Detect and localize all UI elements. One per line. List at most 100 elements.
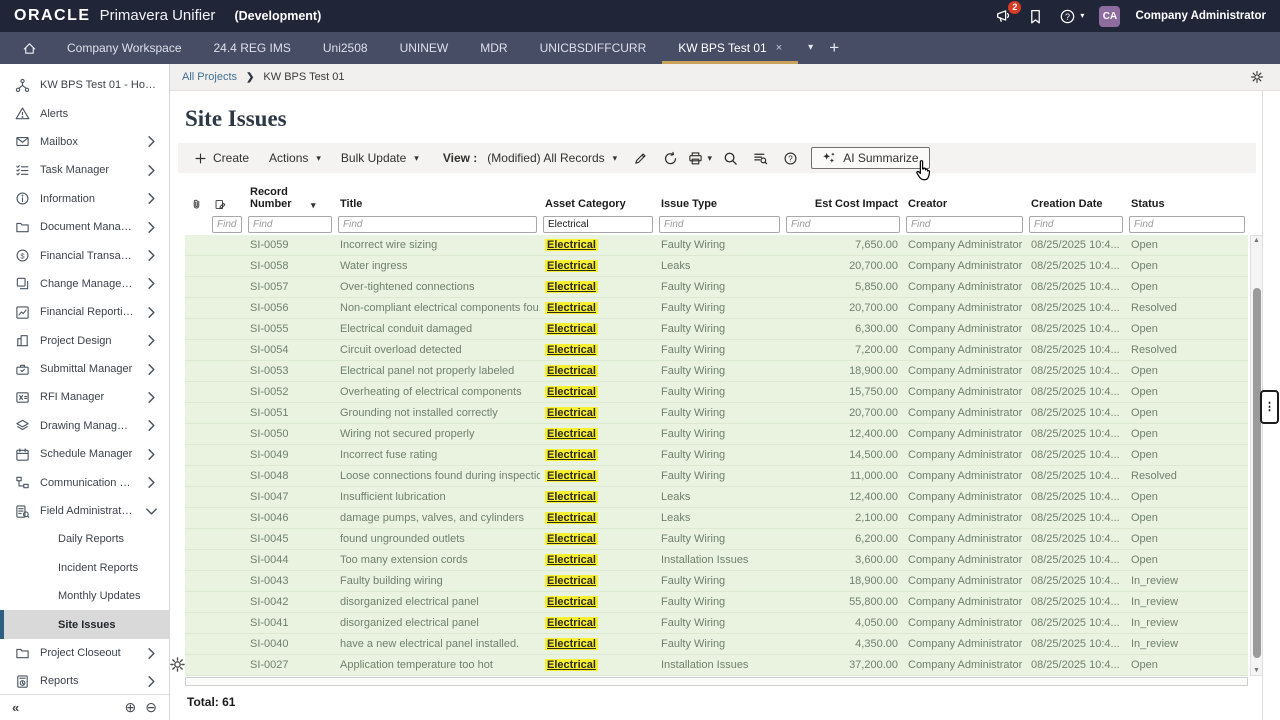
help-menu-button[interactable]: ▾: [1059, 8, 1084, 25]
help-button[interactable]: [777, 146, 803, 170]
column-header-status[interactable]: Status: [1126, 198, 1248, 211]
table-row[interactable]: SI-0043Faulty building wiringElectricalF…: [185, 571, 1248, 592]
table-row[interactable]: SI-0046damage pumps, valves, and cylinde…: [185, 508, 1248, 529]
filter-record-number-input[interactable]: [248, 216, 332, 233]
create-button[interactable]: Create: [186, 151, 257, 165]
table-row[interactable]: SI-0049Incorrect fuse ratingElectricalFa…: [185, 445, 1248, 466]
scroll-up-icon[interactable]: ▲: [1251, 237, 1262, 244]
tab-list-dropdown[interactable]: ▾: [808, 43, 813, 53]
table-row[interactable]: SI-0055Electrical conduit damagedElectri…: [185, 319, 1248, 340]
find-on-page-button[interactable]: [747, 146, 773, 170]
tab-uninew[interactable]: UNINEW: [384, 32, 465, 64]
sidebar-item-incident-reports[interactable]: Incident Reports: [0, 554, 169, 582]
filter-cost-input[interactable]: [786, 216, 900, 233]
filter-flag-input[interactable]: [212, 216, 242, 233]
tab-mdr[interactable]: MDR: [464, 32, 523, 64]
vertical-scrollbar[interactable]: ▲ ▼: [1250, 235, 1263, 676]
sidebar-item-reports[interactable]: Reports: [0, 667, 169, 694]
column-header-record-number[interactable]: Record Number ▾: [245, 186, 335, 211]
sidebar-item-change-management[interactable]: Change Management: [0, 270, 169, 298]
sidebar-item-rfi-manager[interactable]: RFI Manager: [0, 383, 169, 411]
sidebar-item-task-manager[interactable]: Task Manager: [0, 156, 169, 184]
sidebar-item-information[interactable]: Information: [0, 185, 169, 213]
tab-close-icon[interactable]: ×: [776, 42, 782, 54]
search-button[interactable]: [717, 146, 743, 170]
table-row[interactable]: SI-0053Electrical panel not properly lab…: [185, 361, 1248, 382]
bulk-update-dropdown[interactable]: Bulk Update ▾: [333, 151, 427, 165]
column-header-issue-type[interactable]: Issue Type: [656, 198, 783, 211]
table-row[interactable]: SI-0059Incorrect wire sizingElectricalFa…: [185, 235, 1248, 256]
tab-company-workspace[interactable]: Company Workspace: [51, 32, 198, 64]
column-header-est-cost-impact[interactable]: Est Cost Impact: [783, 198, 903, 211]
sidebar-item-financial-transactions[interactable]: Financial Transactions: [0, 241, 169, 269]
table-row[interactable]: SI-0058Water ingressElectricalLeaks20,70…: [185, 256, 1248, 277]
filter-creator-input[interactable]: [906, 216, 1023, 233]
sidebar-item-project-design[interactable]: Project Design: [0, 327, 169, 355]
table-row[interactable]: SI-0027Application temperature too hotEl…: [185, 655, 1248, 676]
table-row[interactable]: SI-0042disorganized electrical panelElec…: [185, 592, 1248, 613]
refresh-button[interactable]: [657, 146, 683, 170]
collapse-all-button[interactable]: ⊖: [145, 699, 157, 716]
sidebar-item-document-manager[interactable]: Document Manager: [0, 213, 169, 241]
table-row[interactable]: SI-0047Insufficient lubricationElectrica…: [185, 487, 1248, 508]
sidebar-item-field-administration[interactable]: Field Administration: [0, 497, 169, 525]
column-header-creation-date[interactable]: Creation Date: [1026, 198, 1126, 211]
column-header-creator[interactable]: Creator: [903, 198, 1026, 211]
table-row[interactable]: SI-0048Loose connections found during in…: [185, 466, 1248, 487]
horizontal-scrollbar[interactable]: [185, 677, 1248, 686]
table-row[interactable]: SI-0040have a new electrical panel insta…: [185, 634, 1248, 655]
attachment-column-header[interactable]: [185, 198, 209, 211]
sidebar-item-project-closeout[interactable]: Project Closeout: [0, 639, 169, 667]
add-tab-button[interactable]: +: [829, 38, 839, 58]
filter-creation-date-input[interactable]: [1029, 216, 1123, 233]
scroll-down-icon[interactable]: ▼: [1251, 667, 1262, 674]
table-row[interactable]: SI-0051Grounding not installed correctly…: [185, 403, 1248, 424]
page-settings-gear-icon[interactable]: [1250, 70, 1264, 84]
sidebar-item-financial-reporting[interactable]: Financial Reporting: [0, 298, 169, 326]
table-row[interactable]: SI-0041disorganized electrical panelElec…: [185, 613, 1248, 634]
avatar[interactable]: CA: [1099, 6, 1120, 27]
collapse-sidebar-button[interactable]: «: [12, 700, 19, 715]
grid-settings-gear-icon[interactable]: [169, 656, 186, 673]
user-name[interactable]: Company Administrator: [1135, 10, 1266, 22]
sidebar-item-site-issues[interactable]: Site Issues: [0, 610, 169, 638]
table-row[interactable]: SI-0052Overheating of electrical compone…: [185, 382, 1248, 403]
sidebar-item-mailbox[interactable]: Mailbox: [0, 128, 169, 156]
sidebar-item-schedule-manager[interactable]: Schedule Manager: [0, 440, 169, 468]
tab-24-4-reg-ims[interactable]: 24.4 REG IMS: [198, 32, 307, 64]
actions-dropdown[interactable]: Actions ▾: [261, 151, 329, 165]
filter-asset-category-input[interactable]: [543, 216, 653, 233]
column-header-title[interactable]: Title: [335, 198, 540, 211]
filter-status-input[interactable]: [1129, 216, 1245, 233]
ai-summarize-button[interactable]: AI Summarize: [811, 147, 929, 169]
column-header-asset-category[interactable]: Asset Category: [540, 198, 656, 211]
sidebar-item-daily-reports[interactable]: Daily Reports: [0, 525, 169, 553]
table-row[interactable]: SI-0044Too many extension cordsElectrica…: [185, 550, 1248, 571]
table-row[interactable]: SI-0050Wiring not secured properlyElectr…: [185, 424, 1248, 445]
table-row[interactable]: SI-0045found ungrounded outletsElectrica…: [185, 529, 1248, 550]
sidebar-item-communication-foll[interactable]: Communication & Foll...: [0, 468, 169, 496]
print-dropdown[interactable]: ▾: [687, 146, 713, 170]
home-button[interactable]: [8, 32, 51, 64]
sidebar-item-kw-bps-test-01-home[interactable]: KW BPS Test 01 - Home: [0, 71, 169, 99]
sidebar-item-monthly-updates[interactable]: Monthly Updates: [0, 582, 169, 610]
sidebar-item-submittal-manager[interactable]: Submittal Manager: [0, 355, 169, 383]
side-panel-handle[interactable]: ⋮: [1260, 390, 1279, 424]
record-edit-column-header[interactable]: [209, 198, 245, 211]
edit-button[interactable]: [627, 146, 653, 170]
tab-kw-bps-test-01[interactable]: KW BPS Test 01×: [662, 32, 798, 64]
bookmark-icon[interactable]: [1027, 8, 1044, 25]
expand-all-button[interactable]: ⊕: [125, 699, 137, 716]
tab-unicbsdiffcurr[interactable]: UNICBSDIFFCURR: [524, 32, 663, 64]
tab-uni2508[interactable]: Uni2508: [307, 32, 384, 64]
breadcrumb-all-projects[interactable]: All Projects: [182, 71, 237, 83]
filter-title-input[interactable]: [338, 216, 537, 233]
filter-issue-type-input[interactable]: [659, 216, 780, 233]
view-select[interactable]: (Modified) All Records ▾: [481, 151, 623, 165]
announcements-button[interactable]: 2: [995, 7, 1012, 25]
table-row[interactable]: SI-0056Non-compliant electrical componen…: [185, 298, 1248, 319]
sidebar-item-alerts[interactable]: Alerts: [0, 99, 169, 127]
table-row[interactable]: SI-0054Circuit overload detectedElectric…: [185, 340, 1248, 361]
table-row[interactable]: SI-0057Over-tightened connectionsElectri…: [185, 277, 1248, 298]
scrollbar-thumb[interactable]: [1253, 288, 1261, 658]
